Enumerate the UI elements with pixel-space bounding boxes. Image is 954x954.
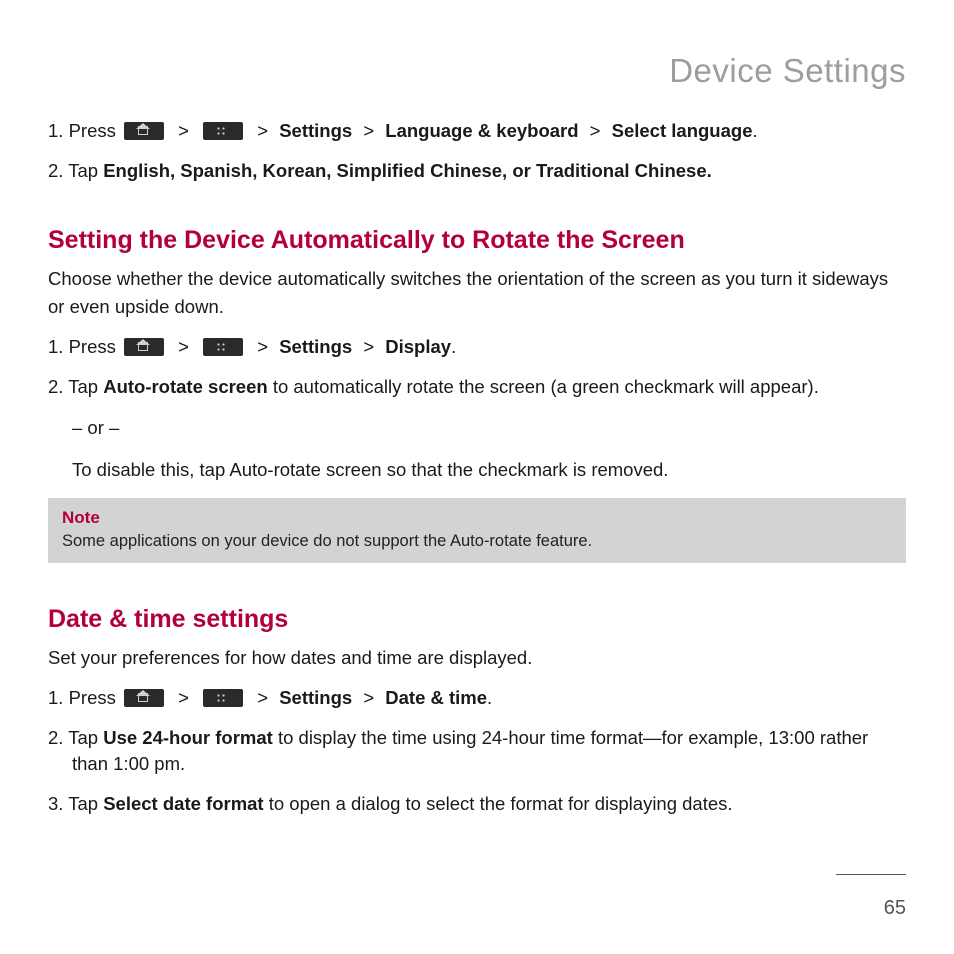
crumb-select-language: Select language — [612, 120, 753, 141]
language-list: English, Spanish, Korean, Simplified Chi… — [103, 160, 712, 181]
crumb-date-time: Date & time — [385, 687, 487, 708]
rotate-disable-text: To disable this, tap Auto-rotate screen … — [48, 456, 906, 484]
step-prefix: 1. Press — [48, 120, 121, 141]
home-key-icon — [124, 338, 164, 356]
select-date-format-label: Select date format — [103, 793, 263, 814]
use-24h-label: Use 24-hour format — [103, 727, 273, 748]
note-box: Note Some applications on your device do… — [48, 498, 906, 563]
home-key-icon — [124, 122, 164, 140]
crumb-language-keyboard: Language & keyboard — [385, 120, 578, 141]
datetime-step-3: 3. Tap Select date format to open a dial… — [48, 791, 906, 817]
step-prefix: 3. Tap — [48, 793, 103, 814]
apps-key-icon — [203, 122, 243, 140]
heading-auto-rotate: Setting the Device Automatically to Rota… — [48, 226, 906, 255]
intro-date-time: Set your preferences for how dates and t… — [48, 644, 906, 672]
step-prefix: 1. Press — [48, 336, 121, 357]
or-separator: – or – — [48, 414, 906, 442]
apps-key-icon — [203, 689, 243, 707]
breadcrumb-separator: > — [363, 120, 374, 141]
auto-rotate-label: Auto-rotate screen — [103, 376, 267, 397]
step-1-select-language: 1. Press > > Settings > Language & keybo… — [48, 118, 906, 144]
breadcrumb-separator: > — [363, 336, 374, 357]
step-rest: to automatically rotate the screen (a gr… — [268, 376, 819, 397]
crumb-settings: Settings — [279, 120, 352, 141]
home-key-icon — [124, 689, 164, 707]
manual-page: Device Settings 1. Press > > Settings > … — [0, 0, 954, 817]
text: To disable this, tap — [72, 459, 229, 480]
breadcrumb-separator: > — [363, 687, 374, 708]
breadcrumb-separator: > — [257, 687, 268, 708]
step-prefix: 1. Press — [48, 687, 121, 708]
breadcrumb-separator: > — [178, 336, 189, 357]
breadcrumb-separator: > — [257, 120, 268, 141]
rotate-step-1: 1. Press > > Settings > Display. — [48, 334, 906, 360]
step-prefix: 2. Tap — [48, 727, 103, 748]
rotate-step-2: 2. Tap Auto-rotate screen to automatical… — [48, 374, 906, 400]
datetime-step-1: 1. Press > > Settings > Date & time. — [48, 685, 906, 711]
period: . — [752, 120, 757, 141]
breadcrumb-separator: > — [257, 336, 268, 357]
note-title: Note — [62, 508, 892, 528]
step-2-tap-language: 2. Tap English, Spanish, Korean, Simplif… — [48, 158, 906, 184]
period: . — [487, 687, 492, 708]
intro-auto-rotate: Choose whether the device automatically … — [48, 265, 906, 321]
datetime-step-2: 2. Tap Use 24-hour format to display the… — [48, 725, 906, 777]
note-text: Some applications on your device do not … — [62, 532, 892, 551]
apps-key-icon — [203, 338, 243, 356]
breadcrumb-separator: > — [590, 120, 601, 141]
step-prefix: 2. Tap — [48, 376, 103, 397]
period: . — [451, 336, 456, 357]
step-prefix: 2. Tap — [48, 160, 103, 181]
breadcrumb-separator: > — [178, 687, 189, 708]
page-number: 65 — [836, 897, 906, 920]
footer-rule — [836, 874, 906, 875]
step-rest: to open a dialog to select the format fo… — [264, 793, 733, 814]
crumb-settings: Settings — [279, 336, 352, 357]
page-title: Device Settings — [48, 52, 906, 90]
crumb-settings: Settings — [279, 687, 352, 708]
page-footer: 65 — [836, 874, 906, 920]
crumb-display: Display — [385, 336, 451, 357]
breadcrumb-separator: > — [178, 120, 189, 141]
auto-rotate-label: Auto-rotate screen — [229, 459, 381, 480]
heading-date-time: Date & time settings — [48, 605, 906, 634]
text: so that the checkmark is removed. — [382, 459, 669, 480]
